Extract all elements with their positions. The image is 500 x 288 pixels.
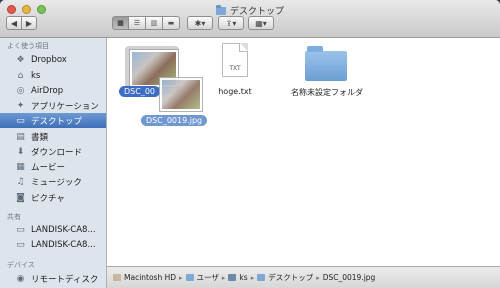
downloads-icon: ⬇ [16,146,25,157]
shared-header: 共有 [7,213,21,221]
folder-icon [257,274,266,281]
sidebar-item-label: ピクチャ [31,193,65,204]
file-item-dsc[interactable]: DSC_00 [119,86,161,97]
path-item-file[interactable]: DSC_0019.jpg [323,273,376,282]
dropbox-icon: ❖ [16,54,25,65]
devices-header: デバイス [7,261,35,269]
folder-icon [215,4,226,15]
network-drive-icon: ▭ [16,239,25,250]
sidebar-item-pictures[interactable]: ◙ ピクチャ [0,190,106,205]
file-browser-content: DSC_00 DSC_0019.jpg TXT hoge.txt 名称未設定フォ… [107,38,500,266]
sidebar-item-landisk-2[interactable]: ▭ LANDISK-CA8... [0,237,106,252]
music-icon: ♫ [16,176,25,187]
sidebar-item-ks[interactable]: ⌂ ks [0,68,106,83]
sidebar-item-label: デスクトップ [31,116,83,127]
text-file-icon[interactable]: TXT [222,43,248,77]
sidebar-item-airdrop[interactable]: ◎ AirDrop [0,83,106,98]
file-item-folder[interactable]: 名称未設定フォルダ [275,87,379,98]
share-menu-button[interactable]: ⇪▾ [218,16,244,30]
folder-icon [185,274,194,281]
favorites-header: よく使う項目 [7,42,49,50]
chevron-right-icon: ▸ [250,273,255,282]
coverflow-view-button[interactable]: ▬ [163,16,180,30]
txt-badge: TXT [229,65,241,72]
sidebar-item-label: AirDrop [31,85,64,96]
drag-ghost-thumbnail [160,78,202,111]
path-item-ks[interactable]: ks [239,273,247,282]
sidebar-item-label: Dropbox [31,54,67,65]
icon-view-button[interactable]: ▦ [112,16,129,30]
file-label-folder: 名称未設定フォルダ [291,88,363,97]
sidebar-item-label: ミュージック [31,177,82,188]
chevron-right-icon: ▸ [316,273,320,282]
desktop-icon: ▭ [16,115,25,126]
action-menu-button[interactable]: ✱▾ [187,16,213,30]
image-file-icon [113,274,121,281]
finder-window: デスクトップ ◀ ▶ ▦ ☰ ▥ ▬ ✱▾ ⇪▾ ▦▾ よく使う項目 ❖ Dro… [0,0,500,288]
path-bar: Macintosh HD ▸ ユーザ ▸ ks ▸ デスクトップ ▸ DSC_0… [107,266,500,288]
drag-ghost-label: DSC_0019.jpg [141,115,208,126]
sidebar: よく使う項目 ❖ Dropbox ⌂ ks ◎ AirDrop ✦ アプリケーシ… [0,38,107,288]
column-view-button[interactable]: ▥ [146,16,163,30]
file-label-dsc: DSC_00 [119,86,161,97]
airdrop-icon: ◎ [16,85,25,96]
sidebar-item-landisk-1[interactable]: ▭ LANDISK-CA8... [0,222,106,237]
sidebar-item-label: リモートディスク [31,274,99,285]
sidebar-item-downloads[interactable]: ⬇ ダウンロード [0,144,106,159]
file-item-hoge[interactable]: hoge.txt [207,87,263,96]
sidebar-item-music[interactable]: ♫ ミュージック [0,174,106,189]
applications-icon: ✦ [16,100,25,111]
view-mode-segment: ▦ ☰ ▥ ▬ [112,16,180,30]
sidebar-item-desktop[interactable]: ▭ デスクトップ [0,113,106,128]
sidebar-item-label: ks [31,70,41,81]
sidebar-item-label: LANDISK-CA8... [31,239,96,250]
remote-disc-icon: ◉ [16,273,25,284]
sidebar-item-documents[interactable]: ▤ 書類 [0,129,106,144]
chevron-right-icon: ▸ [221,273,226,282]
home-icon: ⌂ [17,70,24,81]
sidebar-item-applications[interactable]: ✦ アプリケーション [0,98,106,113]
sidebar-item-label: 書類 [31,132,49,143]
path-item-users[interactable]: ユーザ [197,272,219,283]
arrange-menu-button[interactable]: ▦▾ [248,16,274,30]
movies-icon: ▦ [16,161,25,172]
back-button[interactable]: ◀ [6,16,22,30]
sidebar-item-dropbox[interactable]: ❖ Dropbox [0,52,106,67]
list-view-button[interactable]: ☰ [129,16,146,30]
toolbar: デスクトップ ◀ ▶ ▦ ☰ ▥ ▬ ✱▾ ⇪▾ ▦▾ [0,0,500,38]
file-label-hoge: hoge.txt [218,87,252,96]
folder-icon[interactable] [305,46,347,81]
sidebar-item-remote-disc[interactable]: ◉ リモートディスク [0,271,106,286]
documents-icon: ▤ [16,131,25,142]
pictures-icon: ◙ [16,192,25,203]
chevron-right-icon: ▸ [179,273,183,282]
sidebar-item-movies[interactable]: ▦ ムービー [0,159,106,174]
sidebar-item-label: アプリケーション [31,101,99,112]
sidebar-item-label: ダウンロード [31,147,83,158]
path-item-desktop[interactable]: デスクトップ [268,272,313,283]
forward-button[interactable]: ▶ [21,16,37,30]
sidebar-item-label: ムービー [31,162,66,173]
home-icon [228,274,237,281]
path-item-macintosh-hd[interactable]: Macintosh HD [124,273,176,282]
sidebar-item-label: LANDISK-CA8... [31,224,96,235]
network-drive-icon: ▭ [16,224,25,235]
